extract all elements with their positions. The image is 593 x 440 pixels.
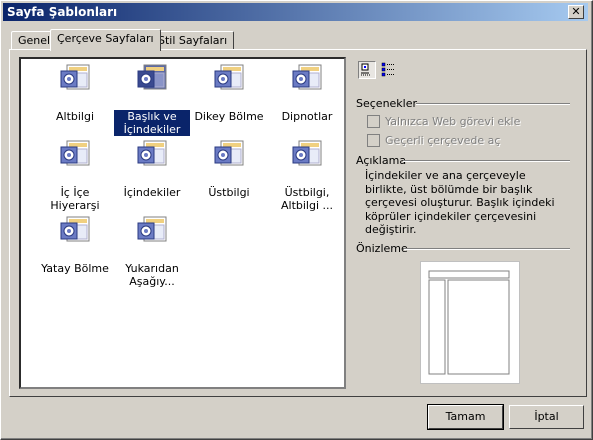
- window-title: Sayfa Şablonları: [7, 5, 118, 19]
- tab-label: Genel: [18, 34, 51, 47]
- tab-cerceve-sayfalari[interactable]: Çerçeve Sayfaları: [50, 29, 161, 51]
- close-button[interactable]: ✕: [568, 5, 584, 19]
- tab-panel: [9, 49, 587, 397]
- title-bar[interactable]: Sayfa Şablonları ✕: [3, 3, 588, 21]
- tab-label: Çerçeve Sayfaları: [57, 32, 154, 45]
- cancel-button[interactable]: İptal: [509, 405, 584, 429]
- close-icon: ✕: [571, 5, 581, 18]
- ok-button[interactable]: Tamam: [427, 404, 504, 430]
- tab-label: Stil Sayfaları: [158, 34, 228, 47]
- tab-stil-sayfalari[interactable]: Stil Sayfaları: [151, 31, 235, 49]
